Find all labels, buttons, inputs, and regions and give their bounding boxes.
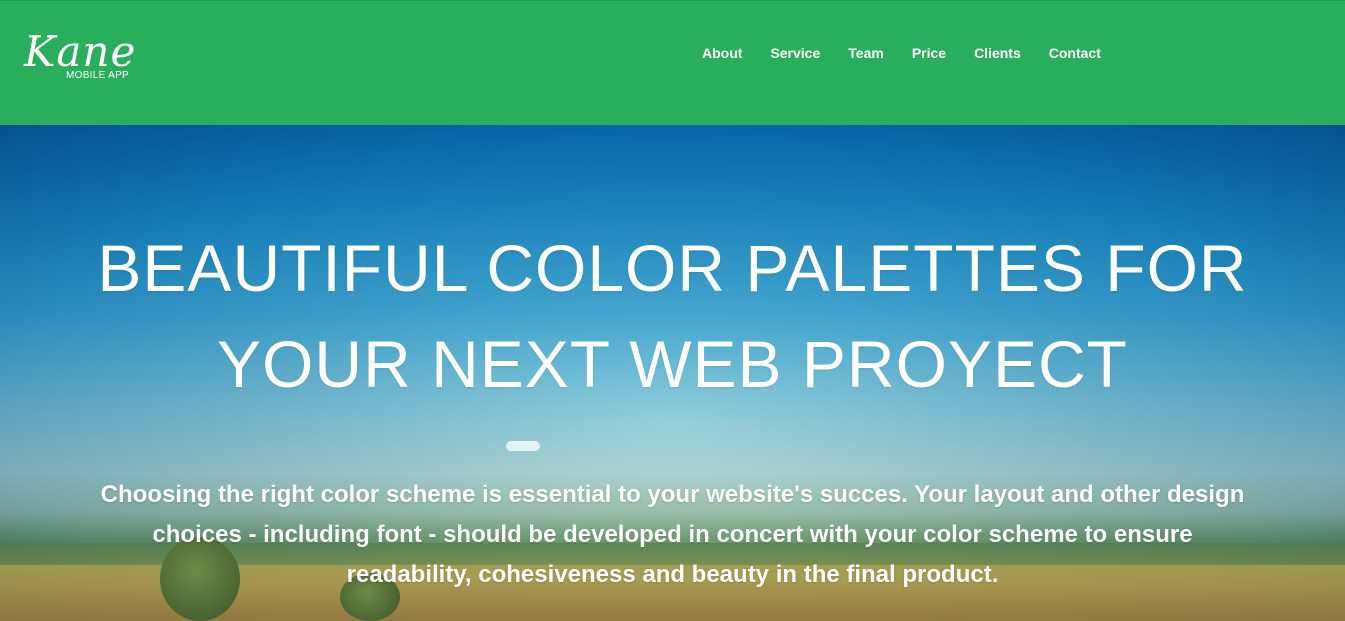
- nav-link-team[interactable]: Team: [848, 44, 884, 62]
- logo-tagline: MOBILE APP: [66, 70, 130, 81]
- hero-description: Choosing the right color scheme is essen…: [100, 481, 1245, 588]
- nav-link-clients[interactable]: Clients: [974, 44, 1021, 62]
- nav-link-service[interactable]: Service: [770, 44, 820, 62]
- hero-title: BEAUTIFUL COLOR PALETTES FOR YOUR NEXT W…: [0, 220, 1345, 412]
- nav-link-contact[interactable]: Contact: [1049, 44, 1101, 62]
- hero-title-line-2: YOUR NEXT WEB PROYECT: [217, 327, 1128, 401]
- nav-item-price: Price: [898, 44, 960, 62]
- navbar: Kane MOBILE APP About Service Team Price…: [0, 0, 1345, 125]
- hero-title-line-1: BEAUTIFUL COLOR PALETTES FOR: [97, 231, 1248, 305]
- main-nav: About Service Team Price Clients Contact: [688, 44, 1115, 62]
- nav-item-team: Team: [834, 44, 898, 62]
- hero-background-cloud: [506, 441, 540, 451]
- nav-item-service: Service: [756, 44, 834, 62]
- nav-link-about[interactable]: About: [702, 44, 742, 62]
- brand-logo[interactable]: Kane MOBILE APP: [24, 27, 154, 87]
- nav-item-about: About: [688, 44, 756, 62]
- hero-section: BEAUTIFUL COLOR PALETTES FOR YOUR NEXT W…: [0, 125, 1345, 621]
- nav-link-price[interactable]: Price: [912, 44, 946, 62]
- nav-item-contact: Contact: [1035, 44, 1115, 62]
- page: Kane MOBILE APP About Service Team Price…: [0, 0, 1345, 621]
- nav-item-clients: Clients: [960, 44, 1035, 62]
